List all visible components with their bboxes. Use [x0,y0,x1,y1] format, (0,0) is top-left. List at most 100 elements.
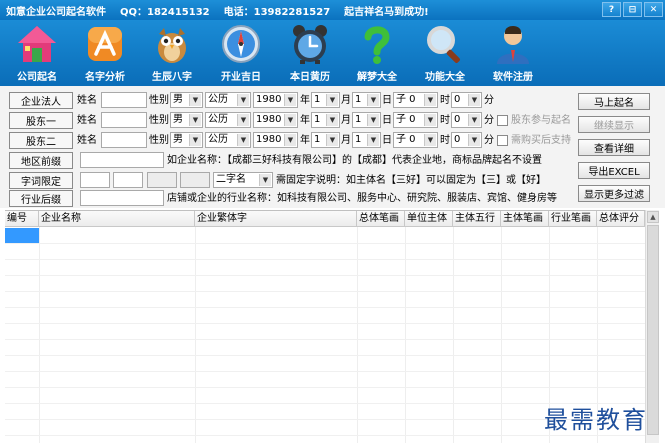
toolbar-almanac[interactable]: 本日黄历 [275,22,345,84]
industry-suffix-label: 行业后缀 [9,190,73,207]
legal-person-calendar-select[interactable]: 公历 ▼ [205,92,251,108]
phone-number: 电话：13982281527 [223,6,331,18]
shareholder-one-minute-select[interactable]: 0 ▼ [451,112,482,128]
chevron-down-icon: ▼ [468,94,480,106]
col-industry-strokes[interactable]: 行业笔画 [549,211,597,227]
shareholder-two-day-select[interactable]: 1 ▼ [352,132,381,148]
shareholder-one-year-select[interactable]: 1980 ▼ [253,112,298,128]
toolbar-dream-interpretation[interactable]: 解梦大全 [342,22,412,84]
col-traditional-name[interactable]: 企业繁体字 [195,211,357,227]
shareholder-one-hour-select[interactable]: 子 0 ▼ [393,112,438,128]
industry-suffix-input[interactable] [80,190,164,206]
chevron-down-icon: ▼ [237,94,249,106]
question-mark-icon [364,26,390,64]
shareholder-one-gender-select[interactable]: 男 ▼ [170,112,203,128]
grid-line [5,323,645,324]
toolbar-register[interactable]: 软件注册 [478,22,548,84]
chevron-down-icon: ▼ [189,114,201,126]
shareholder-one-row: 股东一 姓名 性别 男 ▼ 公历 ▼ 1980 ▼ 年 1 ▼ 月 1 ▼ 日 子 0 ▼ … [0,112,665,131]
scroll-up-icon[interactable]: ▲ [647,211,659,223]
chevron-down-icon: ▼ [237,134,249,146]
legal-person-year-select[interactable]: 1980 ▼ [253,92,298,108]
chevron-down-icon: ▼ [284,134,296,146]
main-toolbar: 公司起名 名字分析 生辰八字 开业吉日 本日黄历 解梦大全 功能大全 软件注册 [0,20,665,86]
legal-person-hour-select[interactable]: 子 0 ▼ [393,92,438,108]
shareholder-one-month-select[interactable]: 1 ▼ [311,112,340,128]
fixed-char-input-1[interactable] [80,172,110,188]
region-prefix-label: 地区前缀 [9,152,73,169]
shareholder-two-month-select[interactable]: 1 ▼ [311,132,340,148]
col-subject-strokes[interactable]: 主体笔画 [501,211,549,227]
shareholder-one-day-select[interactable]: 1 ▼ [352,112,381,128]
col-company-name[interactable]: 企业名称 [39,211,195,227]
qq-number: QQ：182415132 [120,6,210,18]
toolbar-name-analysis[interactable]: 名字分析 [70,22,140,84]
magnifier-icon [427,26,460,63]
chevron-down-icon: ▼ [259,174,271,186]
owl-icon [158,28,186,63]
compass-icon [222,25,260,63]
shareholder-one-calendar-select[interactable]: 公历 ▼ [205,112,251,128]
chevron-down-icon: ▼ [189,94,201,106]
continue-display-button[interactable]: 继续显示 [578,116,650,133]
grid-line [5,243,645,244]
toolbar-feature-list[interactable]: 功能大全 [410,22,480,84]
toolbar-company-naming[interactable]: 公司起名 [2,22,72,84]
close-button[interactable]: ✕ [644,2,663,17]
chevron-down-icon: ▼ [189,134,201,146]
start-naming-button[interactable]: 马上起名 [578,93,650,110]
help-button[interactable]: ? [602,2,621,17]
watermark-logo: 最需教育 [544,406,648,434]
fixed-char-input-2[interactable] [113,172,143,188]
chevron-down-icon: ▼ [367,134,379,146]
col-number[interactable]: 编号 [5,211,39,227]
shareholder-two-gender-select[interactable]: 男 ▼ [170,132,203,148]
shareholder-two-year-select[interactable]: 1980 ▼ [253,132,298,148]
toolbar-birth-chart[interactable]: 生辰八字 [137,22,207,84]
shareholder-two-calendar-select[interactable]: 公历 ▼ [205,132,251,148]
word-restriction-label: 字词限定 [9,172,73,189]
shareholder-join-checkbox[interactable] [497,115,508,126]
legal-person-row: 企业法人 姓名 性别 男 ▼ 公历 ▼ 1980 ▼ 年 1 ▼ 月 1 ▼ 日 子 0 ▼… [0,92,665,111]
grid-line [5,291,645,292]
chevron-down-icon: ▼ [424,114,436,126]
purchase-support-checkbox[interactable] [497,135,508,146]
chevron-down-icon: ▼ [468,114,480,126]
fixed-char-input-3[interactable] [147,172,177,188]
legal-person-day-select[interactable]: 1 ▼ [352,92,381,108]
more-filter-button[interactable]: 显示更多过滤 [578,185,650,202]
legal-person-name-input[interactable] [101,92,147,108]
view-detail-button[interactable]: 查看详细 [578,139,650,156]
industry-suffix-row: 行业后缀 店铺或企业的行业名称：如科技有限公司、服务中心、研究院、服装店、宾馆、… [0,190,665,209]
col-subject-elements[interactable]: 主体五行 [453,211,501,227]
legal-person-gender-select[interactable]: 男 ▼ [170,92,203,108]
col-unit-subject[interactable]: 单位主体 [405,211,453,227]
chevron-down-icon: ▼ [326,134,338,146]
shareholder-two-hour-select[interactable]: 子 0 ▼ [393,132,438,148]
shareholder-one-name-input[interactable] [101,112,147,128]
col-total-strokes[interactable]: 总体笔画 [357,211,405,227]
shareholder-join-label: 股东参与起名 [511,115,571,126]
scroll-thumb[interactable] [647,225,659,435]
grid-line [5,435,645,436]
purchase-support-label: 需购买后支持 [511,135,571,146]
shareholder-two-name-input[interactable] [101,132,147,148]
export-excel-button[interactable]: 导出EXCEL [578,162,650,179]
chevron-down-icon: ▼ [237,114,249,126]
grid-line [5,387,645,388]
toolbar-opening-date[interactable]: 开业吉日 [206,22,276,84]
selected-row-cell[interactable] [5,228,39,243]
col-total-score[interactable]: 总体评分 [597,211,645,227]
grid-line [5,259,645,260]
chevron-down-icon: ▼ [367,114,379,126]
region-prefix-input[interactable] [80,152,164,168]
legal-person-month-select[interactable]: 1 ▼ [311,92,340,108]
chevron-down-icon: ▼ [367,94,379,106]
region-prefix-hint: 如企业名称：【成都三好科技有限公司】的【成都】代表企业地，商标品牌起名不设置 [167,155,542,166]
name-length-select[interactable]: 二字名 ▼ [213,172,273,188]
legal-person-minute-select[interactable]: 0 ▼ [451,92,482,108]
fixed-char-input-4[interactable] [180,172,210,188]
shareholder-two-minute-select[interactable]: 0 ▼ [451,132,482,148]
house-icon [18,26,56,62]
minimize-button[interactable]: ⊟ [623,2,642,17]
